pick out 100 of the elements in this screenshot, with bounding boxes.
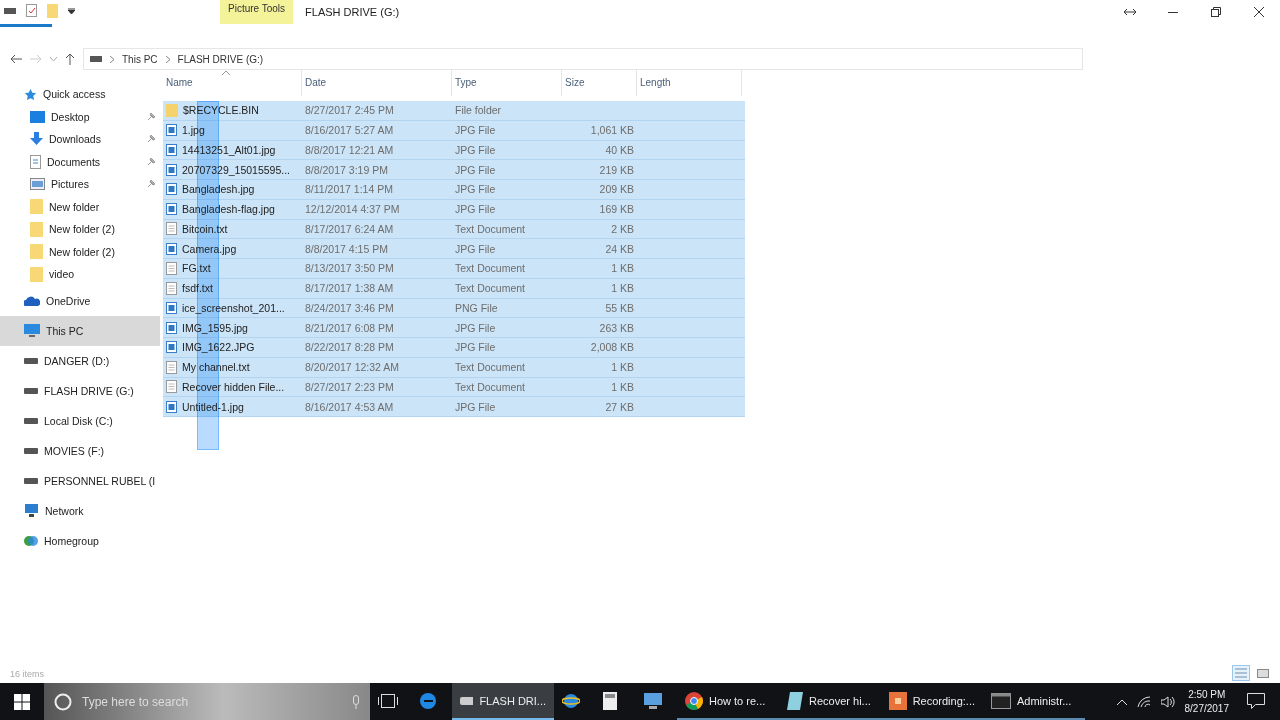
sidebar-item[interactable]: Network: [0, 495, 160, 526]
file-name: Bitcoin.txt: [182, 222, 228, 235]
file-type: Text Document: [455, 262, 526, 275]
file-date: 8/11/2017 1:14 PM: [305, 183, 393, 196]
window-title: FLASH DRIVE (G:): [305, 6, 400, 18]
file-row[interactable]: Bangladesh.jpg 8/11/2017 1:14 PM JPG File 209 KB: [163, 180, 745, 200]
file-name: Untitled-1.jpg: [182, 400, 244, 413]
file-row[interactable]: Bangladesh-flag.jpg 12/12/2014 4:37 PM JPG File 169 KB: [163, 199, 745, 220]
sidebar-item[interactable]: OneDrive: [0, 285, 160, 316]
file-name: 1.jpg: [182, 124, 205, 137]
sidebar-label: Documents: [47, 155, 101, 168]
sidebar-label: Local Disk (C:): [44, 414, 113, 427]
taskbar-app[interactable]: Administr...: [983, 683, 1085, 720]
sidebar-label: Homegroup: [44, 534, 99, 547]
sidebar-item[interactable]: Downloads: [0, 128, 160, 151]
sidebar-item[interactable]: MOVIES (F:): [0, 435, 160, 466]
file-row[interactable]: $RECYCLE.BIN 8/27/2017 2:45 PM File folder: [163, 101, 745, 121]
sidebar-item[interactable]: FLASH DRIVE (G:): [0, 375, 160, 406]
file-row[interactable]: FG.txt 8/13/2017 3:50 PM Text Document 1 KB: [163, 259, 745, 279]
file-row[interactable]: IMG_1595.jpg 8/21/2017 6:08 PM JPG File 263 KB: [163, 318, 745, 338]
file-name: Camera.jpg: [182, 242, 237, 255]
sidebar-item[interactable]: Quick access: [0, 83, 160, 106]
file-size: 1 KB: [611, 262, 634, 275]
file-date: 8/16/2017 4:53 AM: [305, 400, 394, 413]
file-name: ice_screenshot_201...: [182, 301, 285, 314]
file-size: 27 KB: [605, 400, 634, 413]
file-row[interactable]: Bitcoin.txt 8/17/2017 6:24 AM Text Document 2 KB: [163, 219, 745, 240]
column-header[interactable]: Name: [163, 69, 302, 96]
sidebar-label: video: [49, 268, 75, 281]
file-date: 8/24/2017 3:46 PM: [305, 301, 394, 314]
file-size: 2,008 KB: [590, 341, 634, 354]
file-row[interactable]: Recover hidden File... 8/27/2017 2:23 PM Text Document 1 KB: [163, 377, 745, 398]
file-row[interactable]: My channel.txt 8/20/2017 12:32 AM Text Document 1 KB: [163, 357, 745, 378]
sidebar-label: Desktop: [51, 110, 90, 123]
file-type: Text Document: [455, 222, 526, 235]
file-type: JPG File: [455, 124, 496, 137]
sidebar-item[interactable]: video: [0, 263, 160, 286]
file-date: 8/13/2017 3:50 PM: [305, 262, 394, 275]
clock[interactable]: 2:50 PM 8/27/2017: [1184, 687, 1229, 716]
file-row[interactable]: 20707329_15015595... 8/8/2017 3:19 PM JPG File 219 KB: [163, 160, 745, 180]
file-size: 1 KB: [611, 361, 634, 374]
taskbar-app[interactable]: FLASH DRI...: [452, 683, 554, 720]
breadcrumb[interactable]: FLASH DRIVE (G:): [177, 53, 264, 65]
taskbar-app[interactable]: How to re...: [677, 683, 779, 720]
file-date: 8/17/2017 6:24 AM: [305, 222, 394, 235]
file-name: Bangladesh-flag.jpg: [182, 203, 275, 216]
file-date: 8/16/2017 5:27 AM: [305, 124, 394, 137]
file-type: JPG File: [455, 143, 496, 156]
taskbar-app[interactable]: Recover hi...: [779, 683, 881, 720]
file-date: 8/22/2017 8:28 PM: [305, 341, 394, 354]
file-name: 20707329_15015595...: [182, 163, 291, 176]
sidebar-item[interactable]: Pictures: [0, 173, 160, 196]
sidebar-item[interactable]: New folder (2): [0, 240, 160, 263]
file-date: 8/27/2017 2:45 PM: [305, 104, 394, 117]
file-type: JPG File: [455, 341, 496, 354]
file-row[interactable]: Camera.jpg 8/8/2017 4:15 PM JPG File 24 KB: [163, 239, 745, 259]
file-row[interactable]: fsdf.txt 8/17/2017 1:38 AM Text Document 1 KB: [163, 278, 745, 299]
file-row[interactable]: IMG_1622.JPG 8/22/2017 8:28 PM JPG File 2,008 KB: [163, 338, 745, 358]
search-bar[interactable]: Type here to search: [44, 683, 370, 720]
search-field[interactable]: Type here to search: [80, 693, 344, 710]
item-count: 16 items: [10, 669, 44, 679]
address-bar[interactable]: This PC FLASH DRIVE (G:): [83, 48, 1083, 70]
sidebar-item[interactable]: DANGER (D:): [0, 345, 160, 376]
sidebar-item[interactable]: PERSONNEL RUBEL (I: [0, 465, 160, 496]
file-type: PNG File: [455, 301, 498, 314]
file-size: 219 KB: [599, 163, 634, 176]
sidebar-item[interactable]: Local Disk (C:): [0, 405, 160, 436]
file-row[interactable]: 14413251_Alt01.jpg 8/8/2017 12:21 AM JPG File 40 KB: [163, 140, 745, 161]
file-type: File folder: [455, 104, 502, 117]
file-size: 24 KB: [605, 242, 634, 255]
file-size: 1,061 KB: [590, 124, 634, 137]
column-header[interactable]: Length: [637, 69, 742, 96]
sidebar-item[interactable]: Documents: [0, 150, 160, 173]
file-type: Text Document: [455, 282, 526, 295]
file-name: 14413251_Alt01.jpg: [182, 143, 276, 156]
sidebar-item[interactable]: This PC: [0, 315, 160, 346]
column-header[interactable]: Size: [562, 69, 637, 96]
file-row[interactable]: Untitled-1.jpg 8/16/2017 4:53 AM JPG File 27 KB: [163, 397, 745, 417]
ribbon-context-tab[interactable]: Picture Tools: [220, 0, 294, 24]
file-type: JPG File: [455, 203, 496, 216]
file-type: JPG File: [455, 321, 496, 334]
file-row[interactable]: ice_screenshot_201... 8/24/2017 3:46 PM PNG File 55 KB: [163, 298, 745, 319]
file-name: Recover hidden File...: [182, 380, 285, 393]
sidebar-item[interactable]: New folder: [0, 195, 160, 218]
sidebar-item[interactable]: Desktop: [0, 105, 160, 128]
file-size: 169 KB: [599, 203, 634, 216]
sidebar-item[interactable]: Homegroup: [0, 525, 160, 556]
column-header[interactable]: Date: [302, 69, 452, 96]
file-date: 8/8/2017 4:15 PM: [305, 242, 388, 255]
file-size: 2 KB: [611, 222, 634, 235]
breadcrumb[interactable]: This PC: [122, 53, 158, 65]
sidebar-label: Network: [45, 504, 84, 517]
sidebar-item[interactable]: New folder (2): [0, 218, 160, 241]
file-row[interactable]: 1.jpg 8/16/2017 5:27 AM JPG File 1,061 KB: [163, 120, 745, 141]
sidebar-label: Quick access: [43, 88, 106, 101]
taskbar-app[interactable]: Recording:...: [881, 683, 983, 720]
file-size: 40 KB: [605, 143, 634, 156]
column-header[interactable]: Type: [452, 69, 562, 96]
sidebar-label: New folder: [49, 200, 100, 213]
file-name: fsdf.txt: [182, 282, 213, 295]
